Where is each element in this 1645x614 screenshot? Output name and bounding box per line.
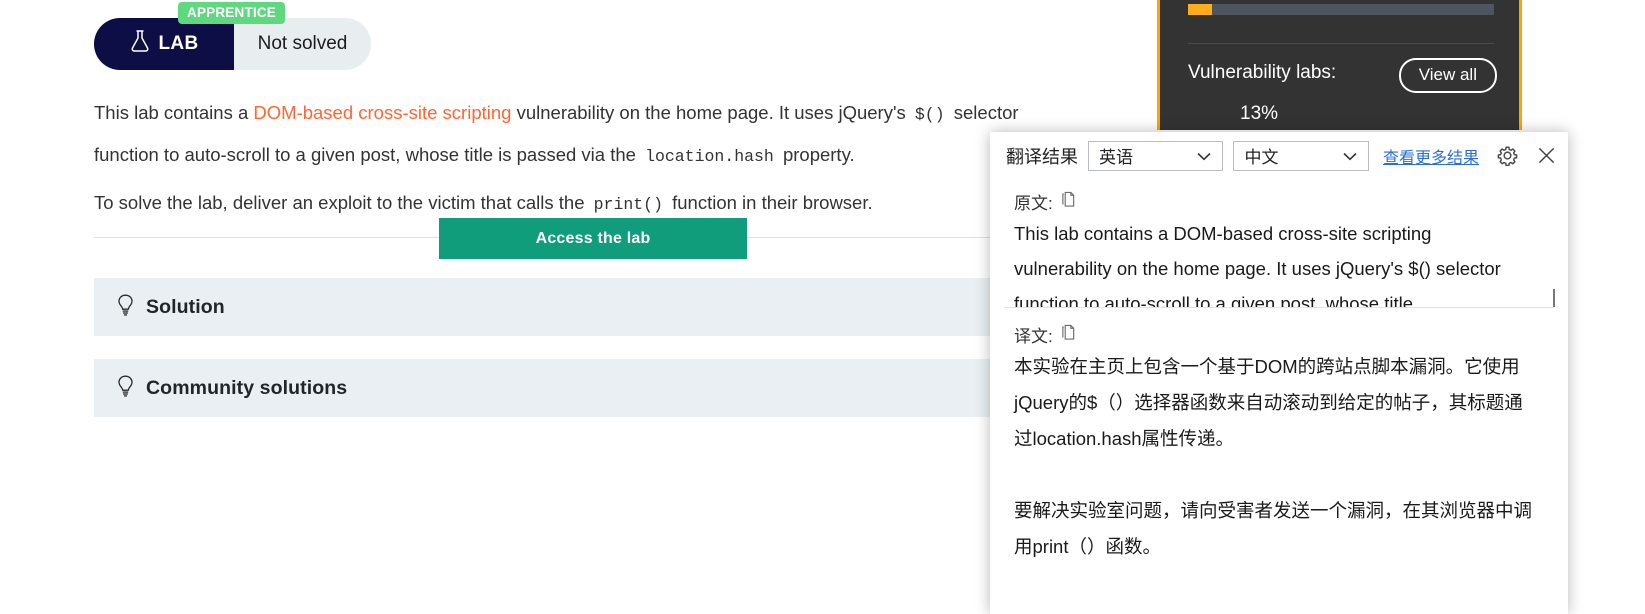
- progress-bottom-percent: 13%: [1240, 103, 1279, 124]
- lab-solve-status-label: Not solved: [257, 33, 348, 54]
- chevron-down-icon: [1343, 146, 1357, 166]
- translated-label-row: 译文:: [990, 322, 1568, 347]
- widget-divider: [1188, 43, 1494, 44]
- source-language-value: 英语: [1099, 148, 1133, 167]
- original-section: 原文: This lab contains a DOM-based cross-…: [990, 179, 1568, 307]
- lab-tag-label: LAB: [158, 33, 199, 54]
- desc-1-text-b: vulnerability on the home page. It uses …: [511, 102, 911, 123]
- original-label: 原文:: [1014, 194, 1053, 213]
- progress-widget: 7% Vulnerability labs: View all 13%: [1157, 0, 1522, 130]
- lab-solve-status: Not solved: [234, 18, 371, 70]
- accordion-community-solutions[interactable]: Community solutions: [94, 359, 1094, 417]
- translation-popup-body: 原文: This lab contains a DOM-based cross-…: [990, 179, 1568, 614]
- text-cursor: [1553, 289, 1555, 307]
- translation-popup: 翻译结果 英语 中文 查看更多结果 原文: This lab contains …: [990, 132, 1568, 614]
- translated-paragraph-1: 本实验在主页上包含一个基于DOM的跨站点脚本漏洞。它使用jQuery的$（）选择…: [1014, 356, 1523, 449]
- translation-popup-title: 翻译结果: [1006, 146, 1078, 167]
- view-all-button[interactable]: View all: [1398, 58, 1497, 93]
- progress-bar-track: [1188, 4, 1494, 15]
- difficulty-badge: APPRENTICE: [178, 2, 286, 24]
- source-language-select[interactable]: 英语: [1088, 140, 1224, 171]
- translated-label: 译文:: [1014, 327, 1053, 346]
- original-text: This lab contains a DOM-based cross-site…: [1014, 223, 1501, 307]
- translated-paragraph-2: 要解决实验室问题，请向受害者发送一个漏洞，在其浏览器中调用print（）函数。: [1014, 500, 1533, 557]
- dom-xss-link[interactable]: DOM-based cross-site scripting: [253, 102, 511, 123]
- accordion-community-label: Community solutions: [146, 376, 348, 399]
- chevron-down-icon: [1197, 146, 1212, 166]
- desc-2-text-b: function in their browser.: [666, 192, 873, 213]
- code-location-hash: location.hash: [645, 147, 774, 166]
- lab-description-paragraph-1: This lab contains a DOM-based cross-site…: [94, 93, 1074, 177]
- target-language-select[interactable]: 中文: [1233, 140, 1369, 171]
- copy-icon[interactable]: [1061, 191, 1076, 213]
- desc-1-text-a: This lab contains a: [94, 102, 254, 123]
- lab-status-pill: LAB Not solved: [94, 18, 371, 70]
- view-more-results-link[interactable]: 查看更多结果: [1383, 144, 1479, 168]
- desc-1-text-d: property.: [777, 144, 855, 165]
- gear-icon[interactable]: [1497, 145, 1518, 166]
- lightbulb-icon: [116, 375, 135, 402]
- flask-icon: [130, 30, 150, 58]
- target-language-value: 中文: [1244, 148, 1279, 167]
- original-label-row: 原文:: [990, 189, 1568, 214]
- vulnerability-labs-label: Vulnerability labs:: [1188, 62, 1337, 83]
- lab-description: This lab contains a DOM-based cross-site…: [94, 93, 1074, 231]
- translated-text: 本实验在主页上包含一个基于DOM的跨站点脚本漏洞。它使用jQuery的$（）选择…: [990, 349, 1568, 565]
- close-icon[interactable]: [1537, 146, 1556, 165]
- code-print: print(): [593, 195, 663, 214]
- translated-section: 译文: 本实验在主页上包含一个基于DOM的跨站点脚本漏洞。它使用jQuery的$…: [990, 308, 1568, 565]
- screen-root: LAB Not solved APPRENTICE This lab conta…: [0, 0, 1645, 614]
- copy-icon[interactable]: [1061, 324, 1076, 346]
- translation-popup-header: 翻译结果 英语 中文 查看更多结果: [990, 132, 1568, 179]
- code-dollar-selector: $(): [914, 105, 945, 124]
- access-the-lab-button[interactable]: Access the lab: [439, 218, 747, 259]
- lightbulb-icon: [116, 294, 135, 321]
- accordion-solution[interactable]: Solution: [94, 278, 1094, 336]
- lab-tag: LAB: [94, 18, 234, 70]
- accordion-solution-label: Solution: [146, 295, 225, 318]
- desc-2-text-a: To solve the lab, deliver an exploit to …: [94, 192, 590, 213]
- progress-bar-fill: [1188, 4, 1212, 15]
